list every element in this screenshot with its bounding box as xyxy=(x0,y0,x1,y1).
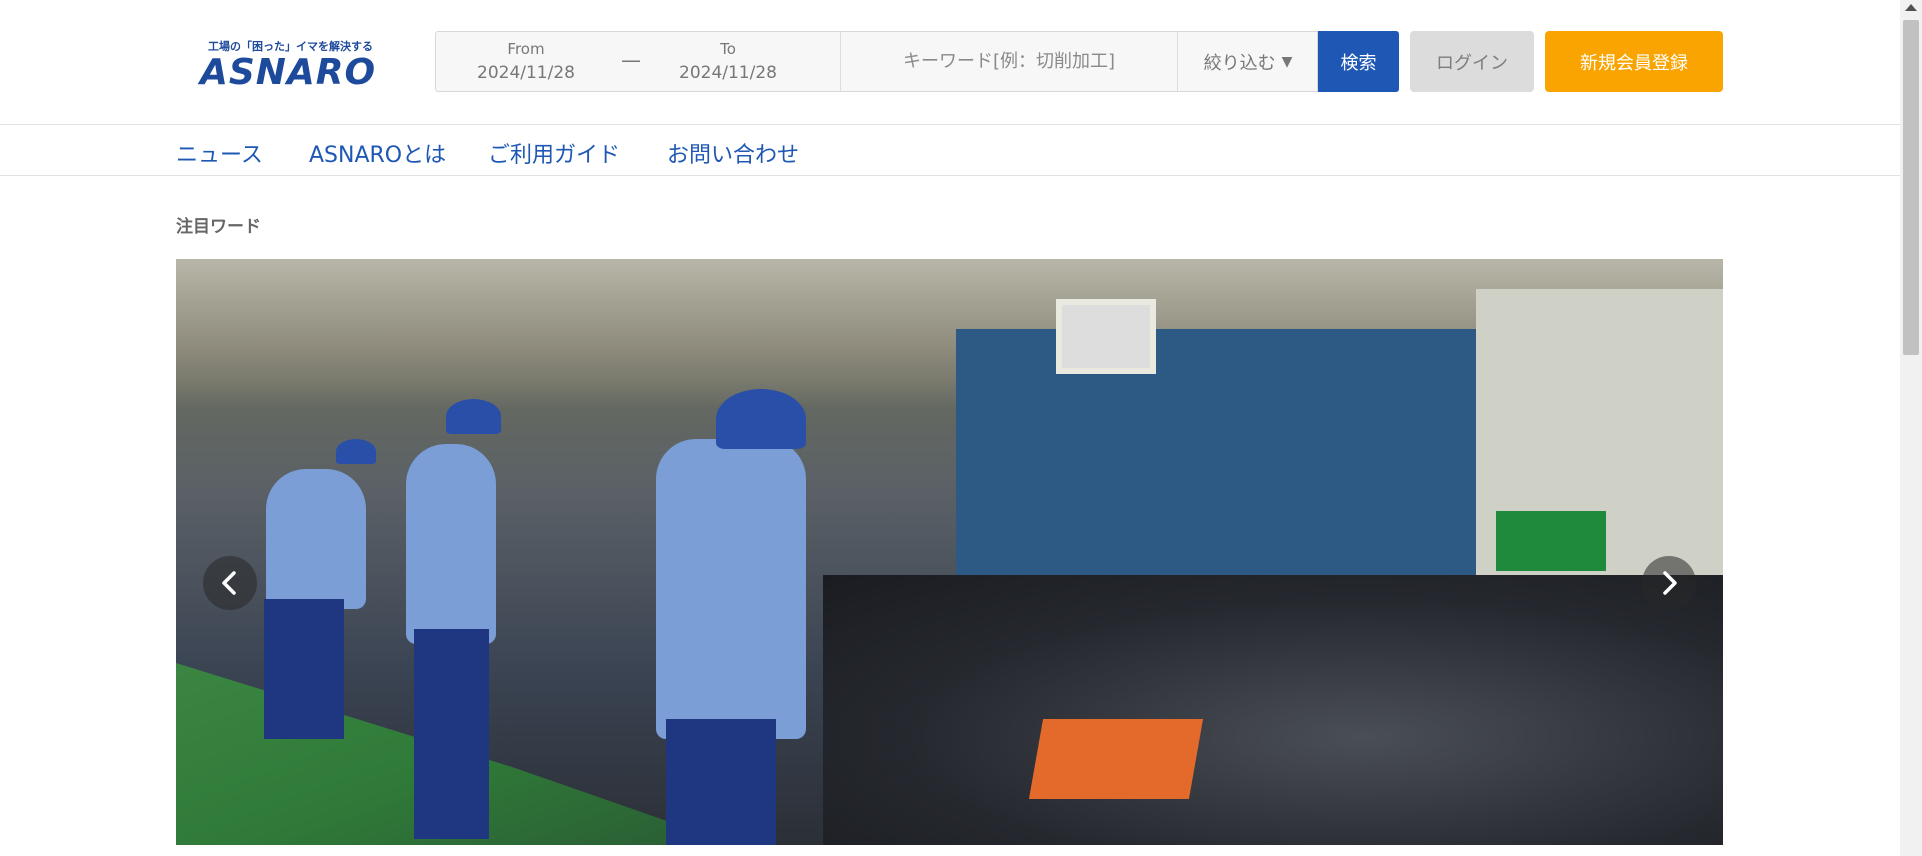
search-bar: From 2024/11/28 — To 2024/11/28 絞り込む ▼ xyxy=(435,31,1318,92)
login-button[interactable]: ログイン xyxy=(1410,31,1534,92)
hero-image-worker xyxy=(716,389,806,449)
date-from-label: From xyxy=(507,40,545,58)
hero-image-monitor xyxy=(1056,299,1156,374)
nav-item-contact[interactable]: お問い合わせ xyxy=(667,137,799,169)
hero-image-worker xyxy=(446,399,501,434)
site-logo[interactable]: 工場の「困った」イマを解決する ASNARO xyxy=(200,38,400,94)
logo-wordmark: ASNARO xyxy=(200,52,377,93)
nav-item-guide[interactable]: ご利用ガイド xyxy=(488,137,620,169)
hero-image-worker xyxy=(264,599,344,739)
keyword-search-input[interactable] xyxy=(841,32,1177,91)
nav-item-about[interactable]: ASNAROとは xyxy=(309,137,446,169)
page: 工場の「困った」イマを解決する ASNARO From 2024/11/28 —… xyxy=(0,0,1922,856)
hero-image-worker xyxy=(266,469,366,609)
carousel-next-button[interactable] xyxy=(1642,556,1696,610)
chevron-left-icon xyxy=(222,571,236,595)
date-range-dash: — xyxy=(621,48,641,72)
filter-dropdown[interactable]: 絞り込む ▼ xyxy=(1178,32,1318,91)
date-to-label: To xyxy=(720,40,736,58)
scrollbar-thumb[interactable] xyxy=(1903,20,1919,355)
main-nav: ニュース ASNAROとは ご利用ガイド お問い合わせ xyxy=(0,125,1900,176)
page-scrollbar[interactable] xyxy=(1900,0,1922,856)
hero-image-crate xyxy=(1496,511,1606,571)
hero-image-worker xyxy=(406,444,496,644)
filter-label: 絞り込む xyxy=(1203,52,1276,74)
site-header: 工場の「困った」イマを解決する ASNARO From 2024/11/28 —… xyxy=(0,0,1900,125)
date-from-value: 2024/11/28 xyxy=(477,63,575,83)
date-to-value: 2024/11/28 xyxy=(679,63,777,83)
search-button[interactable]: 検索 xyxy=(1318,31,1399,92)
register-button[interactable]: 新規会員登録 xyxy=(1545,31,1723,92)
hero-image-tray xyxy=(1028,719,1204,799)
hero-image-engine xyxy=(823,575,1723,845)
carousel-prev-button[interactable] xyxy=(203,556,257,610)
nav-item-news[interactable]: ニュース xyxy=(176,137,263,169)
hero-image-worker xyxy=(666,719,776,845)
chevron-right-icon xyxy=(1663,571,1677,595)
featured-words-title: 注目ワード xyxy=(176,217,261,237)
hero-carousel[interactable] xyxy=(176,259,1723,845)
date-from-field[interactable]: From 2024/11/28 xyxy=(456,38,596,86)
hero-image-worker xyxy=(414,629,489,839)
hero-image-worker xyxy=(656,439,806,739)
date-to-field[interactable]: To 2024/11/28 xyxy=(658,38,798,86)
scroll-up-icon[interactable] xyxy=(1905,4,1917,11)
caret-down-icon: ▼ xyxy=(1281,53,1293,70)
hero-image-worker xyxy=(336,439,376,464)
